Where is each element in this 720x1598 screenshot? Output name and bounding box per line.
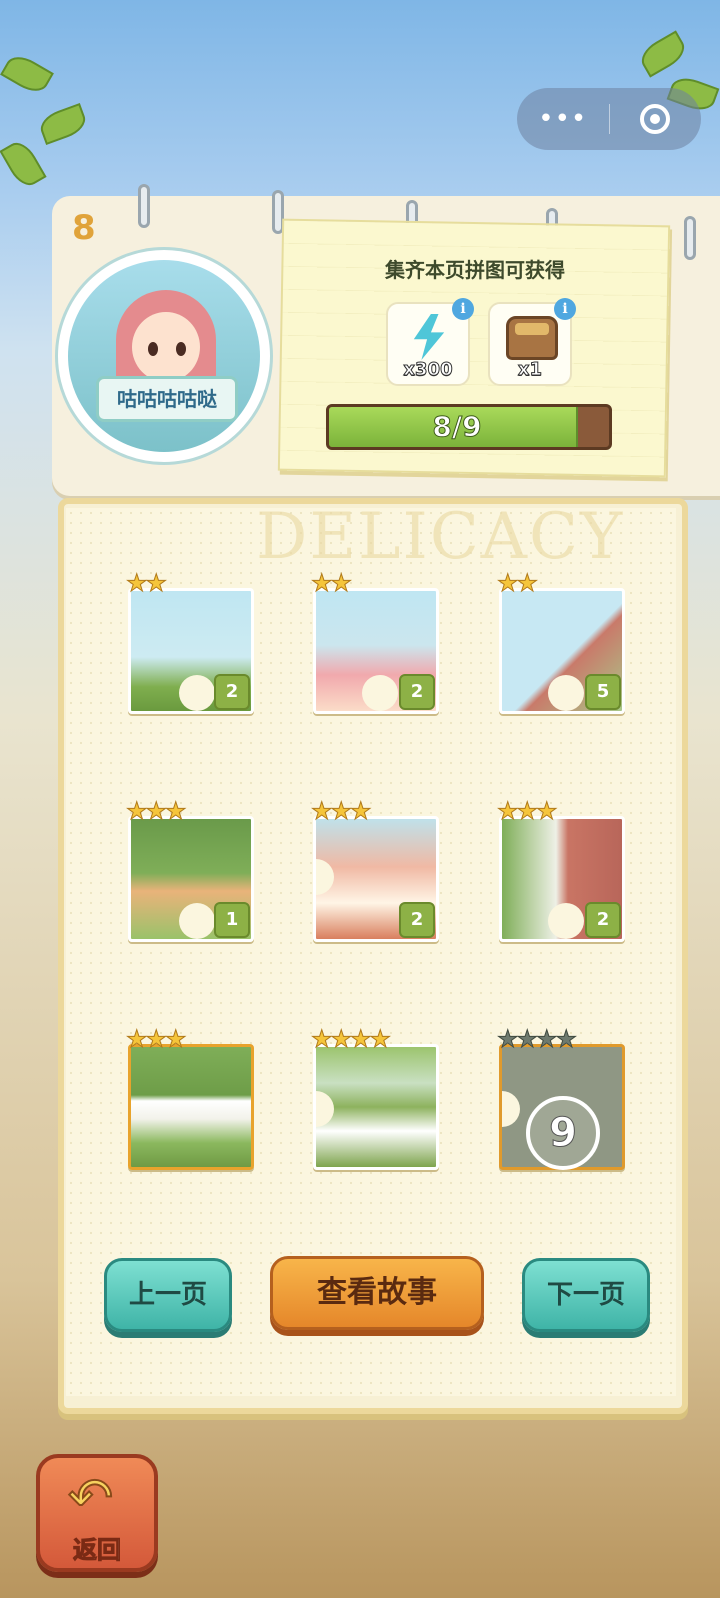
star-icon: ★: [369, 1025, 392, 1053]
close-miniprogram-button[interactable]: [610, 104, 702, 134]
leaf-decoration: [0, 50, 54, 98]
character-avatar: [58, 250, 270, 462]
star-icon: ★: [330, 569, 353, 597]
target-icon: [640, 104, 671, 134]
next-page-button[interactable]: 下一页: [522, 1258, 650, 1332]
board-watermark: DELICACY: [256, 500, 625, 574]
back-button-label: 返回: [73, 1536, 122, 1565]
star-icon: ★: [555, 1025, 578, 1053]
binder-ring: [138, 184, 150, 228]
leaf-decoration: [636, 30, 690, 78]
star-icon: ★: [145, 1025, 168, 1053]
star-icon: ★: [497, 797, 519, 825]
piece-stars: ★ ★ ★ ★: [497, 1025, 578, 1053]
star-icon: ★: [536, 1025, 558, 1053]
star-icon: ★: [330, 1025, 353, 1053]
piece-stars: ★ ★: [126, 569, 168, 597]
leaf-decoration: [36, 102, 90, 146]
piece-count-badge: 1: [214, 902, 250, 938]
star-icon: ★: [126, 1025, 148, 1053]
page-number: 8: [72, 208, 96, 248]
more-menu-button[interactable]: •••: [517, 88, 609, 150]
star-icon: ★: [516, 569, 539, 597]
puzzle-piece[interactable]: [313, 1044, 439, 1170]
star-icon: ★: [516, 797, 539, 825]
star-icon: ★: [126, 797, 148, 825]
star-icon: ★: [516, 1025, 539, 1053]
star-icon: ★: [165, 797, 187, 825]
piece-stars: ★ ★ ★: [497, 797, 559, 825]
reward-quantity: x300: [403, 359, 453, 381]
piece-count-badge: 2: [399, 674, 435, 710]
piece-stars: ★ ★ ★: [311, 797, 373, 825]
prev-page-button[interactable]: 上一页: [104, 1258, 232, 1332]
energy-bolt-icon: [413, 314, 445, 360]
piece-count-badge: 2: [214, 674, 250, 710]
reward-quantity: x1: [517, 359, 543, 381]
star-icon: ★: [330, 797, 353, 825]
collection-progress-bar: 8/9: [326, 404, 612, 450]
info-icon[interactable]: i: [554, 298, 576, 320]
leaf-decoration: [0, 137, 47, 191]
star-icon: ★: [350, 1025, 372, 1053]
reward-item-chest[interactable]: i x1: [488, 298, 576, 386]
return-arrow-icon: ↶: [67, 1466, 114, 1529]
star-icon: ★: [311, 569, 333, 597]
star-icon: ★: [497, 1025, 519, 1053]
character-name: 咕咕咕咕哒: [96, 376, 238, 422]
piece-count-badge: 2: [585, 902, 621, 938]
back-button[interactable]: ↶ 返回: [36, 1454, 158, 1572]
piece-stars: ★ ★ ★ ★: [311, 1025, 392, 1053]
star-icon: ★: [165, 1025, 187, 1053]
piece-count-badge: 2: [399, 902, 435, 938]
info-icon[interactable]: i: [452, 298, 474, 320]
star-icon: ★: [311, 1025, 333, 1053]
reward-item-energy[interactable]: i x300: [386, 298, 474, 386]
piece-stars: ★ ★ ★: [126, 1025, 188, 1053]
piece-stars: ★ ★: [497, 569, 539, 597]
star-icon: ★: [145, 797, 168, 825]
puzzle-piece[interactable]: [128, 1044, 254, 1170]
reward-title: 集齐本页拼图可获得: [310, 254, 640, 283]
progress-text: 8/9: [432, 410, 482, 444]
star-icon: ★: [497, 569, 519, 597]
star-icon: ★: [350, 797, 372, 825]
star-icon: ★: [126, 569, 148, 597]
view-story-button[interactable]: 查看故事: [270, 1256, 484, 1330]
piece-count-badge: 5: [585, 674, 621, 710]
star-icon: ★: [536, 797, 558, 825]
miniprogram-capsule: •••: [517, 88, 701, 150]
locked-piece-number: 9: [526, 1096, 600, 1170]
star-icon: ★: [145, 569, 168, 597]
binder-ring: [684, 216, 696, 260]
piece-stars: ★ ★: [311, 569, 353, 597]
star-icon: ★: [311, 797, 333, 825]
treasure-chest-icon: [506, 316, 558, 360]
piece-stars: ★ ★ ★: [126, 797, 188, 825]
